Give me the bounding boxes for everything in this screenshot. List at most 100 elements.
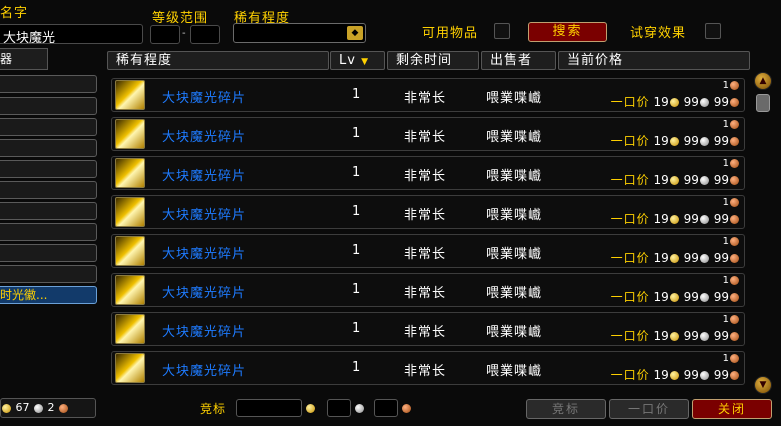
name-search-input[interactable]: 大块魔光 bbox=[0, 24, 143, 44]
silver-coin-icon bbox=[34, 403, 43, 413]
category-tab[interactable]: 器 bbox=[0, 48, 48, 70]
bid-copper-input[interactable] bbox=[374, 399, 398, 417]
item-icon[interactable] bbox=[115, 197, 145, 227]
item-level: 1 bbox=[352, 321, 361, 336]
silver-coin-icon bbox=[699, 137, 709, 146]
scroll-up-icon[interactable]: ▲ bbox=[754, 72, 772, 90]
copper-coin-icon bbox=[730, 371, 739, 380]
usable-items-label: 可用物品 bbox=[422, 26, 479, 41]
auction-row[interactable]: 大块魔光碎片 1 非常长 喂業喋巇 1 一口价 19 99 99 bbox=[111, 156, 745, 190]
category-item[interactable] bbox=[0, 118, 97, 136]
category-item[interactable] bbox=[0, 223, 97, 241]
buyout-copper: 99 bbox=[713, 95, 729, 109]
item-seller: 喂業喋巇 bbox=[486, 247, 543, 262]
gold-coin-icon bbox=[669, 332, 679, 341]
item-icon[interactable] bbox=[115, 314, 145, 344]
preview-checkbox[interactable] bbox=[705, 23, 721, 39]
column-header-level[interactable]: Lv ▼ bbox=[330, 51, 385, 70]
category-item[interactable] bbox=[0, 75, 97, 93]
buyout-tag: 一口价 bbox=[610, 251, 650, 265]
silver-coin-icon bbox=[699, 371, 709, 380]
auction-row[interactable]: 大块魔光碎片 1 非常长 喂業喋巇 1 一口价 19 99 99 bbox=[111, 78, 745, 112]
item-name[interactable]: 大块魔光碎片 bbox=[162, 126, 246, 145]
level-separator: - bbox=[182, 28, 187, 39]
column-header-rarity[interactable]: 稀有程度 bbox=[107, 51, 329, 70]
silver-coin-icon bbox=[699, 254, 709, 263]
item-bid: 1 bbox=[723, 275, 740, 286]
buyout-gold: 19 bbox=[653, 212, 669, 226]
item-icon[interactable] bbox=[115, 353, 145, 383]
scroll-thumb[interactable] bbox=[756, 94, 770, 112]
buyout-tag: 一口价 bbox=[610, 290, 650, 304]
auction-row[interactable]: 大块魔光碎片 1 非常长 喂業喋巇 1 一口价 19 99 99 bbox=[111, 234, 745, 268]
item-seller: 喂業喋巇 bbox=[486, 130, 543, 145]
buyout-gold: 19 bbox=[653, 251, 669, 265]
buyout-copper: 99 bbox=[713, 368, 729, 382]
scroll-down-icon[interactable]: ▼ bbox=[754, 376, 772, 394]
item-icon[interactable] bbox=[115, 236, 145, 266]
item-icon[interactable] bbox=[115, 275, 145, 305]
item-buyout: 一口价 19 99 99 bbox=[611, 327, 740, 344]
bid-button[interactable]: 竞标 bbox=[526, 399, 606, 419]
column-header-seller[interactable]: 出售者 bbox=[481, 51, 556, 70]
item-bid: 1 bbox=[723, 119, 740, 130]
item-name[interactable]: 大块魔光碎片 bbox=[162, 360, 246, 379]
category-item-selected[interactable]: 时光徽... bbox=[0, 286, 97, 304]
item-time-left: 非常长 bbox=[404, 208, 447, 223]
buyout-copper: 99 bbox=[713, 212, 729, 226]
auction-row[interactable]: 大块魔光碎片 1 非常长 喂業喋巇 1 一口价 19 99 99 bbox=[111, 117, 745, 151]
item-bid: 1 bbox=[723, 80, 740, 91]
item-name[interactable]: 大块魔光碎片 bbox=[162, 87, 246, 106]
buyout-tag: 一口价 bbox=[610, 95, 650, 109]
gold-coin-icon bbox=[669, 254, 679, 263]
buyout-silver: 99 bbox=[683, 251, 699, 265]
copper-coin-icon bbox=[730, 158, 739, 168]
copper-coin-icon bbox=[730, 314, 739, 324]
search-button[interactable]: 搜索 bbox=[528, 22, 607, 42]
copper-coin-icon bbox=[730, 98, 739, 107]
item-bid: 1 bbox=[723, 236, 740, 247]
item-icon[interactable] bbox=[115, 119, 145, 149]
item-icon[interactable] bbox=[115, 158, 145, 188]
auction-row[interactable]: 大块魔光碎片 1 非常长 喂業喋巇 1 一口价 19 99 99 bbox=[111, 195, 745, 229]
category-item[interactable] bbox=[0, 202, 97, 220]
close-button[interactable]: 关闭 bbox=[692, 399, 772, 419]
column-header-time-left[interactable]: 剩余时间 bbox=[387, 51, 479, 70]
category-item[interactable] bbox=[0, 139, 97, 157]
item-seller: 喂業喋巇 bbox=[486, 208, 543, 223]
item-icon[interactable] bbox=[115, 80, 145, 110]
category-item[interactable] bbox=[0, 244, 97, 262]
buyout-button[interactable]: 一口价 bbox=[609, 399, 689, 419]
item-name[interactable]: 大块魔光碎片 bbox=[162, 282, 246, 301]
copper-coin-icon bbox=[730, 332, 739, 341]
category-item[interactable] bbox=[0, 181, 97, 199]
category-item[interactable] bbox=[0, 97, 97, 115]
category-item[interactable] bbox=[0, 265, 97, 283]
buyout-copper: 99 bbox=[713, 134, 729, 148]
usable-items-checkbox[interactable] bbox=[494, 23, 510, 39]
buyout-tag: 一口价 bbox=[610, 212, 650, 226]
item-name[interactable]: 大块魔光碎片 bbox=[162, 204, 246, 223]
bid-gold-input[interactable] bbox=[236, 399, 302, 417]
auction-row[interactable]: 大块魔光碎片 1 非常长 喂業喋巇 1 一口价 19 99 99 bbox=[111, 312, 745, 346]
auction-row[interactable]: 大块魔光碎片 1 非常长 喂業喋巇 1 一口价 19 99 99 bbox=[111, 351, 745, 385]
item-name[interactable]: 大块魔光碎片 bbox=[162, 321, 246, 340]
silver-coin-icon bbox=[699, 215, 709, 224]
auction-row[interactable]: 大块魔光碎片 1 非常长 喂業喋巇 1 一口价 19 99 99 bbox=[111, 273, 745, 307]
bid-silver-input[interactable] bbox=[327, 399, 351, 417]
max-level-input[interactable] bbox=[190, 25, 220, 44]
bid-amount: 1 bbox=[722, 353, 729, 364]
dropdown-arrow-icon: ◆ bbox=[347, 26, 363, 40]
silver-coin-icon bbox=[699, 293, 709, 302]
money-copper: 2 bbox=[47, 401, 55, 414]
copper-coin-icon bbox=[730, 293, 739, 302]
item-name[interactable]: 大块魔光碎片 bbox=[162, 165, 246, 184]
item-buyout: 一口价 19 99 99 bbox=[611, 132, 740, 149]
category-item[interactable] bbox=[0, 160, 97, 178]
item-name[interactable]: 大块魔光碎片 bbox=[162, 243, 246, 262]
column-header-price[interactable]: 当前价格 bbox=[558, 51, 750, 70]
min-level-input[interactable] bbox=[150, 25, 180, 44]
rarity-dropdown[interactable]: ◆ bbox=[233, 23, 366, 43]
results-scrollbar[interactable]: ▲ ▼ bbox=[752, 72, 774, 398]
copper-coin-icon bbox=[730, 80, 739, 90]
